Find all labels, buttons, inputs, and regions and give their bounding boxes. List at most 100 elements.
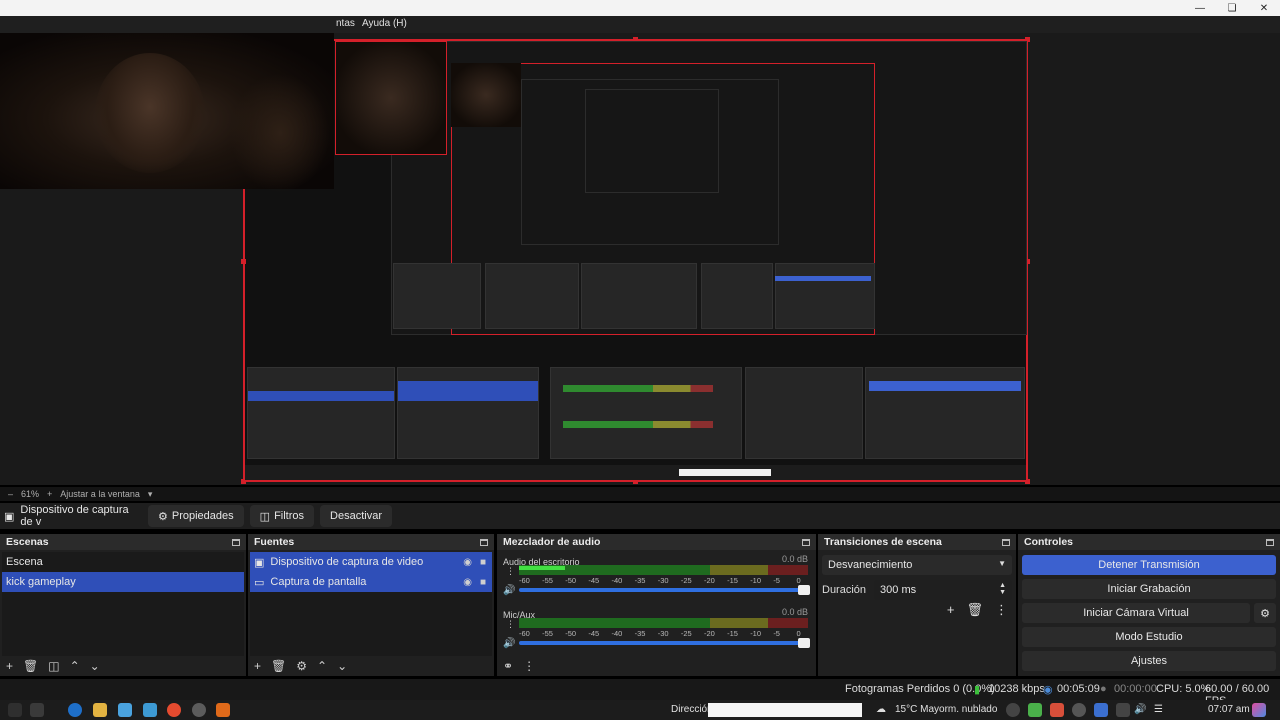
dock-menu-icon[interactable]	[802, 538, 810, 546]
dock-menu-icon[interactable]	[1266, 538, 1274, 546]
sources-dock: Fuentes ▣ Dispositivo de captura de vide…	[248, 534, 494, 676]
source-item[interactable]: ▣ Dispositivo de captura de video ◉ ■	[250, 552, 492, 572]
more-options-icon[interactable]: ⋮	[506, 619, 515, 630]
tray-icon[interactable]	[1094, 703, 1108, 717]
meter-scale-tick: -15	[727, 576, 738, 585]
zoom-in-icon[interactable]: +	[47, 489, 52, 499]
transitions-title: Transiciones de escena	[824, 536, 942, 548]
studio-mode-button[interactable]: Modo Estudio	[1022, 627, 1276, 647]
folder-icon[interactable]	[93, 703, 107, 717]
edge-icon[interactable]	[68, 703, 82, 717]
menu-help[interactable]: Ayuda (H)	[362, 18, 407, 29]
chevron-down-icon: ▼	[998, 559, 1006, 568]
address-input[interactable]	[708, 703, 862, 717]
transition-actions: + 🗑 ⋮	[947, 602, 1008, 618]
nested-meter	[563, 385, 713, 392]
obs-icon[interactable]	[192, 703, 206, 717]
audio-mixer-dock: Mezclador de audio Audio del escritorio …	[497, 534, 816, 676]
tray-icon[interactable]	[1028, 703, 1042, 717]
maximize-icon[interactable]: ❏	[1216, 0, 1248, 16]
tray-icon[interactable]	[1072, 703, 1086, 717]
volume-slider-handle[interactable]	[798, 585, 810, 595]
volume-icon[interactable]: 🔊	[1134, 704, 1146, 715]
meter-scale-tick: -5	[773, 629, 780, 638]
deactivate-button[interactable]: Desactivar	[320, 505, 392, 527]
tray-icon[interactable]	[1050, 703, 1064, 717]
more-options-icon[interactable]: ⋮	[995, 602, 1008, 618]
fit-window-label[interactable]: Ajustar a la ventana	[60, 489, 140, 499]
volume-slider[interactable]	[519, 638, 810, 648]
eye-icon[interactable]: ◉	[463, 577, 472, 588]
network-icon[interactable]: ☰	[1154, 704, 1163, 715]
start-icon[interactable]	[8, 703, 22, 717]
more-options-icon[interactable]: ⋮	[506, 566, 515, 577]
trash-icon[interactable]: 🗑	[966, 602, 983, 618]
app-icon[interactable]	[216, 703, 230, 717]
selected-source-display-capture[interactable]	[241, 37, 1030, 484]
notifications-icon[interactable]	[1252, 703, 1266, 717]
spin-arrows-icon[interactable]: ▲ ▼	[999, 582, 1006, 596]
trash-icon[interactable]: 🗑	[271, 659, 286, 673]
chrome-icon[interactable]	[167, 703, 181, 717]
filters-button[interactable]: ◫ Filtros	[249, 505, 315, 527]
webcam-source[interactable]	[0, 33, 334, 193]
settings-button[interactable]: Ajustes	[1022, 651, 1276, 671]
resize-handle[interactable]	[241, 259, 246, 264]
gear-icon[interactable]: ⚙	[296, 659, 307, 673]
dock-menu-icon[interactable]	[1002, 538, 1010, 546]
start-virtual-camera-button[interactable]: Iniciar Cámara Virtual	[1022, 603, 1250, 623]
zoom-out-icon[interactable]: –	[8, 489, 13, 499]
trash-icon[interactable]: 🗑	[23, 659, 38, 673]
mixer-header: Mezclador de audio	[497, 534, 816, 550]
tray-icon[interactable]	[1116, 703, 1130, 717]
speaker-icon[interactable]: 🔊	[503, 585, 515, 596]
preview-canvas[interactable]	[0, 33, 1280, 485]
lock-icon[interactable]: ■	[480, 577, 486, 588]
move-up-icon[interactable]: ⌃	[70, 659, 80, 673]
eye-icon[interactable]: ◉	[463, 557, 472, 568]
meter-scale-tick: -45	[588, 629, 600, 638]
scene-item[interactable]: Escena	[2, 552, 244, 572]
app-icon[interactable]	[118, 703, 132, 717]
filter-icon[interactable]: ◫	[48, 659, 59, 673]
meter-scale-tick: -50	[565, 629, 577, 638]
menu-tools[interactable]: ntas	[336, 18, 355, 29]
add-icon[interactable]: +	[947, 602, 955, 618]
lock-icon[interactable]: ■	[480, 557, 486, 568]
source-item[interactable]: ▭ Captura de pantalla ◉ ■	[250, 572, 492, 592]
duration-value: 300 ms	[880, 584, 917, 596]
volume-slider[interactable]	[519, 585, 810, 595]
record-time: 00:00:00	[1114, 683, 1157, 695]
stop-stream-button[interactable]: Detener Transmisión	[1022, 555, 1276, 575]
properties-button[interactable]: ⚙ Propiedades	[148, 505, 244, 527]
duration-spinbox[interactable]: 300 ms ▲ ▼	[874, 580, 1012, 600]
task-view-icon[interactable]	[30, 703, 44, 717]
dock-menu-icon[interactable]	[480, 538, 488, 546]
volume-slider-handle[interactable]	[798, 638, 810, 648]
nested-mixer-dock	[550, 367, 742, 459]
source-item-label: Dispositivo de captura de video	[270, 556, 424, 568]
move-down-icon[interactable]: ⌄	[90, 659, 100, 673]
start-recording-button[interactable]: Iniciar Grabación	[1022, 579, 1276, 599]
app-icon[interactable]	[143, 703, 157, 717]
dock-menu-icon[interactable]	[232, 538, 240, 546]
meter-scale-tick: -20	[703, 576, 715, 585]
minimize-icon[interactable]: —	[1184, 0, 1216, 16]
move-up-icon[interactable]: ⌃	[317, 659, 327, 673]
scene-item[interactable]: kick gameplay	[2, 572, 244, 592]
transition-select[interactable]: Desvanecimiento ▼	[822, 555, 1012, 575]
meter-scale-tick: -25	[680, 629, 692, 638]
virtual-camera-settings-button[interactable]: ⚙	[1254, 603, 1276, 623]
tray-icon[interactable]	[1006, 703, 1020, 717]
chevron-down-icon[interactable]: ▾	[148, 489, 153, 500]
move-down-icon[interactable]: ⌄	[337, 659, 347, 673]
add-icon[interactable]: +	[6, 659, 13, 673]
close-icon[interactable]: ✕	[1248, 0, 1280, 16]
more-options-icon[interactable]: ⋮	[523, 659, 535, 673]
meter-scale-tick: -20	[703, 629, 715, 638]
speaker-icon[interactable]: 🔊	[503, 638, 515, 649]
sources-footer: + 🗑 ⚙ ⌃ ⌄	[248, 656, 494, 676]
meter-scale-tick: 0	[796, 629, 801, 638]
add-icon[interactable]: +	[254, 659, 261, 673]
link-icon[interactable]: ⚭	[503, 659, 513, 673]
